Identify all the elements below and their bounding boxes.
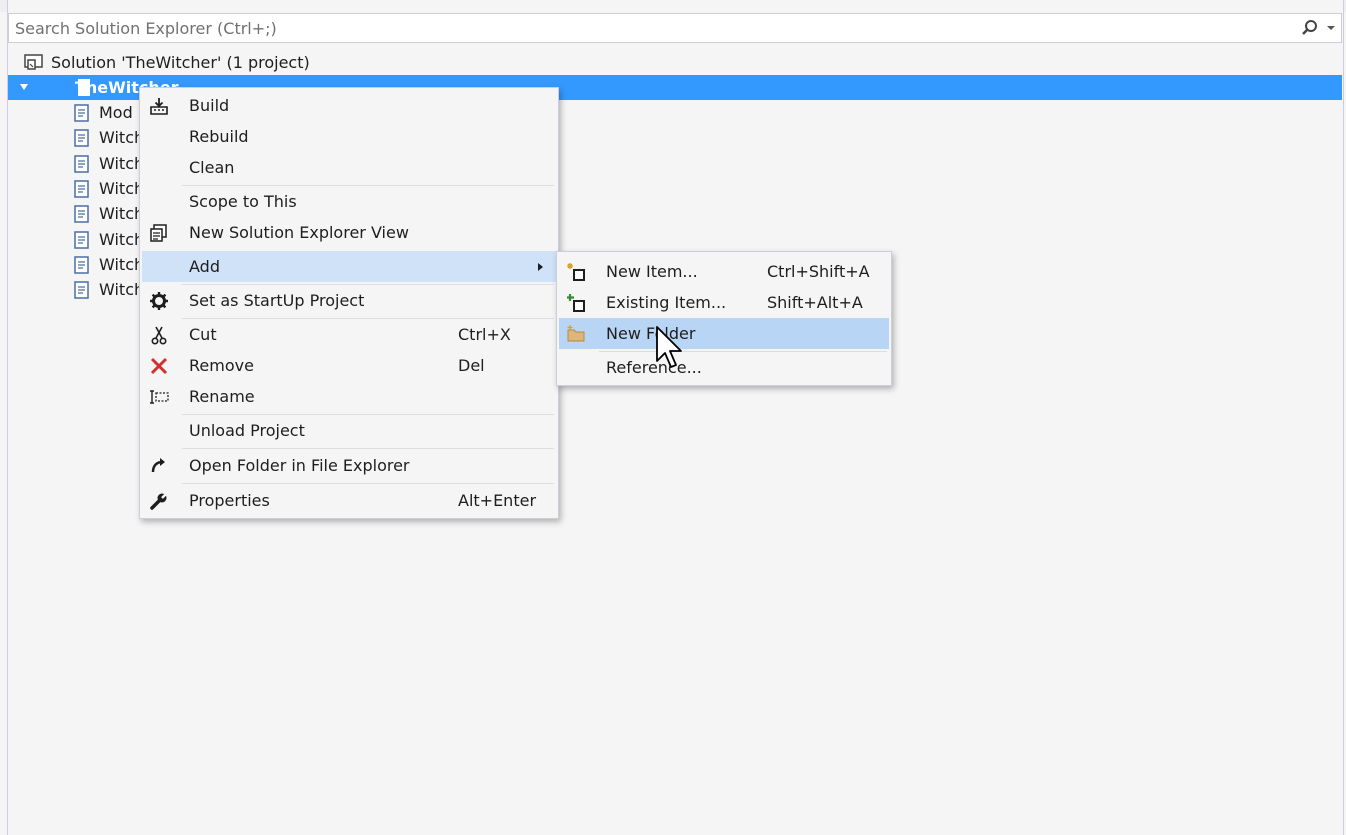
- menu-item-label: Build: [189, 96, 230, 115]
- search-options-dropdown-icon[interactable]: [1327, 26, 1335, 30]
- menu-item-properties[interactable]: Properties Alt+Enter: [142, 485, 556, 516]
- menu-item-label: Add: [189, 257, 220, 276]
- remove-x-icon: [150, 357, 168, 375]
- build-icon: [150, 98, 168, 115]
- menu-item-label: Clean: [189, 158, 235, 177]
- menu-separator: [182, 448, 554, 449]
- menu-item-label: Remove: [189, 356, 254, 375]
- new-item-icon: [567, 263, 585, 281]
- submenu-item-existing-item[interactable]: Existing Item... Shift+Alt+A: [559, 287, 889, 318]
- menu-item-label: Unload Project: [189, 421, 305, 440]
- submenu-item-new-item[interactable]: New Item... Ctrl+Shift+A: [559, 256, 889, 287]
- menu-item-new-solution-explorer-view[interactable]: New Solution Explorer View: [142, 217, 556, 248]
- project-context-menu: Build Rebuild Clean Scope to This New So…: [139, 87, 559, 519]
- menu-item-rebuild[interactable]: Rebuild: [142, 121, 556, 152]
- menu-item-cut[interactable]: Cut Ctrl+X: [142, 319, 556, 350]
- solution-label: Solution 'TheWitcher' (1 project): [51, 53, 310, 72]
- menu-item-scope-to-this[interactable]: Scope to This: [142, 186, 556, 217]
- search-input[interactable]: [9, 14, 1289, 42]
- folder-icon: [567, 325, 585, 342]
- menu-item-label: Scope to This: [189, 192, 297, 211]
- file-label: Mod: [99, 103, 133, 122]
- menu-item-shortcut: Del: [458, 356, 485, 375]
- menu-item-add[interactable]: Add: [142, 251, 556, 282]
- file-icon: [74, 205, 89, 223]
- file-label: Witch: [99, 204, 145, 223]
- menu-item-label: Cut: [189, 325, 217, 344]
- submenu-item-new-folder[interactable]: New Folder: [559, 318, 889, 349]
- menu-item-remove[interactable]: Remove Del: [142, 350, 556, 381]
- menu-item-label: New Solution Explorer View: [189, 223, 409, 242]
- file-icon: [74, 155, 89, 173]
- search-box[interactable]: [8, 13, 1342, 43]
- menu-item-build[interactable]: Build: [142, 90, 556, 121]
- scissors-icon: [151, 326, 167, 345]
- solution-icon: [24, 54, 43, 70]
- menu-item-rename[interactable]: Rename: [142, 381, 556, 412]
- file-label: Witch: [99, 128, 145, 147]
- menu-item-shortcut: Alt+Enter: [458, 491, 537, 510]
- submenu-item-reference[interactable]: Reference...: [559, 352, 889, 383]
- expand-arrow-icon[interactable]: [20, 84, 28, 90]
- menu-item-label: Set as StartUp Project: [189, 291, 365, 310]
- file-icon: [74, 129, 89, 147]
- file-icon: [74, 256, 89, 274]
- file-label: Witch: [99, 179, 145, 198]
- file-icon: [74, 281, 89, 299]
- add-submenu: New Item... Ctrl+Shift+A Existing Item..…: [556, 251, 892, 386]
- menu-item-open-folder[interactable]: Open Folder in File Explorer: [142, 450, 556, 481]
- menu-item-label: Open Folder in File Explorer: [189, 456, 410, 475]
- file-label: Witch: [99, 230, 145, 249]
- existing-item-icon: [567, 294, 585, 312]
- menu-separator: [182, 483, 554, 484]
- file-icon: [74, 180, 89, 198]
- submenu-item-label: Reference...: [606, 358, 702, 377]
- rename-icon: [150, 390, 169, 404]
- menu-item-clean[interactable]: Clean: [142, 152, 556, 183]
- submenu-arrow-icon: [538, 263, 543, 271]
- menu-item-label: Rename: [189, 387, 255, 406]
- file-icon: [74, 104, 89, 122]
- gear-icon: [150, 292, 168, 310]
- menu-item-label: Rebuild: [189, 127, 249, 146]
- menu-item-shortcut: Ctrl+X: [458, 325, 511, 344]
- file-icon: [74, 231, 89, 249]
- search-icon[interactable]: [1301, 19, 1319, 37]
- menu-item-set-startup-project[interactable]: Set as StartUp Project: [142, 285, 556, 316]
- file-label: Witch: [99, 154, 145, 173]
- wrench-icon: [150, 492, 168, 510]
- submenu-item-label: New Item...: [606, 262, 698, 281]
- file-label: Witch: [99, 280, 145, 299]
- menu-item-unload-project[interactable]: Unload Project: [142, 415, 556, 446]
- submenu-item-label: Existing Item...: [606, 293, 727, 312]
- file-label: Witch: [99, 255, 145, 274]
- new-view-icon: [150, 224, 167, 242]
- mouse-cursor-icon: [656, 326, 682, 368]
- submenu-item-shortcut: Shift+Alt+A: [767, 293, 863, 312]
- open-folder-arrow-icon: [151, 458, 165, 473]
- submenu-item-shortcut: Ctrl+Shift+A: [767, 262, 870, 281]
- menu-item-label: Properties: [189, 491, 270, 510]
